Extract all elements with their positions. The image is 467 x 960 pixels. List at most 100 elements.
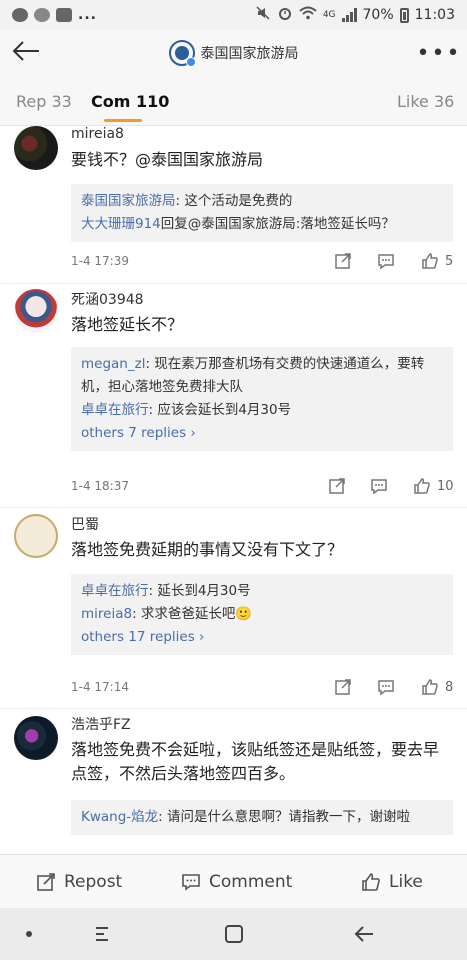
like-count: 5	[445, 253, 454, 269]
repost-label: Repost	[64, 872, 123, 892]
reply-icon[interactable]	[370, 475, 388, 497]
repost-button[interactable]: Repost	[36, 855, 122, 909]
reply-line: Kwang-焰龙: 请问是什么意思啊？请指教一下，谢谢啦	[81, 806, 443, 829]
verified-badge-icon	[185, 57, 196, 67]
share-icon[interactable]	[334, 250, 352, 272]
tab-like[interactable]: Like 36	[397, 92, 454, 111]
comment-username[interactable]: 浩浩乎FZ	[71, 714, 131, 734]
share-icon[interactable]	[334, 676, 352, 698]
reply-user[interactable]: megan_zl	[81, 356, 145, 372]
like-count: 10	[437, 478, 454, 494]
status-more: ...	[78, 7, 97, 23]
mute-icon	[255, 5, 271, 25]
avatar[interactable]	[14, 289, 58, 333]
line-icon	[34, 8, 50, 22]
comment-label: Comment	[209, 872, 293, 892]
reply-box[interactable]: megan_zl: 现在素万那查机场有交费的快速通道么，要转机，担心落地签免费排…	[71, 347, 453, 451]
header: 泰国国家旅游局 •••	[0, 30, 467, 76]
like-button[interactable]: 5	[421, 250, 453, 272]
comment-icon	[182, 874, 200, 891]
like-label: Like	[389, 872, 423, 892]
tab-bar: Rep 33 Com 110 Like 36	[0, 76, 467, 126]
divider	[0, 283, 467, 284]
divider	[0, 708, 467, 709]
comment-username[interactable]: 死涵03948	[71, 289, 144, 309]
thumbs-up-icon	[414, 478, 430, 494]
reply-line: 卓卓在旅行: 应该会延长到4月30号	[81, 399, 443, 422]
comment-footer: 1-4 17:14 8	[71, 676, 455, 700]
comment-time: 1-4 17:39	[71, 254, 129, 268]
more-options-button[interactable]: •••	[417, 36, 460, 70]
tab-repost[interactable]: Rep 33	[16, 92, 72, 111]
reply-box[interactable]: 卓卓在旅行: 延长到4月30号 mireia8: 求求爸爸延长吧🙂 others…	[71, 574, 453, 655]
thumbs-up-icon	[362, 873, 380, 891]
comment-button[interactable]: Comment	[181, 855, 292, 909]
reply-line: 泰国国家旅游局: 这个活动是免费的	[81, 190, 443, 213]
reply-user[interactable]: 卓卓在旅行	[81, 402, 149, 418]
back-arrow-icon	[11, 40, 41, 66]
comment-username[interactable]: 巴蜀	[71, 514, 99, 534]
home-icon[interactable]	[219, 920, 249, 948]
divider	[0, 507, 467, 508]
avatar[interactable]	[14, 514, 58, 558]
tab-active-indicator	[104, 119, 142, 122]
reply-line: mireia8: 求求爸爸延长吧🙂	[81, 603, 443, 626]
comment-text: 要钱不？@泰国国家旅游局	[71, 150, 264, 169]
reply-user[interactable]: mireia8	[81, 606, 132, 622]
avatar[interactable]	[14, 716, 58, 760]
reply-box[interactable]: Kwang-焰龙: 请问是什么意思啊？请指教一下，谢谢啦	[71, 800, 453, 835]
like-count: 8	[445, 679, 454, 695]
thumbs-up-icon	[422, 253, 438, 269]
reply-user[interactable]: 泰国国家旅游局	[81, 193, 176, 209]
status-bar: ... 4G 70% 11:03	[0, 0, 467, 30]
reply-text: : 应该会延长到4月30号	[148, 402, 292, 418]
reply-line: 卓卓在旅行: 延长到4月30号	[81, 580, 443, 603]
comment-username[interactable]: mireia8	[71, 126, 124, 142]
account-logo-icon	[168, 40, 196, 67]
comment-time: 1-4 17:14	[71, 680, 129, 694]
like-bottom-button[interactable]: Like	[361, 855, 423, 909]
reply-line: 大大珊珊914回复@泰国国家旅游局:落地签延长吗？	[81, 213, 443, 236]
recent-apps-icon[interactable]	[88, 920, 118, 948]
comment-text: 落地签延长不？	[71, 315, 184, 334]
page-title: 泰国国家旅游局	[200, 46, 299, 62]
status-right: 4G 70% 11:03	[255, 5, 455, 25]
more-replies-link[interactable]: others 17 replies ›	[81, 626, 443, 649]
comment-footer: 1-4 18:37 10	[71, 475, 455, 499]
reply-user[interactable]: 大大珊珊914	[81, 216, 161, 232]
battery-percent: 70%	[362, 7, 394, 23]
weibo-icon	[12, 8, 28, 22]
comment-time: 1-4 18:37	[71, 479, 129, 493]
clock: 11:03	[414, 7, 455, 23]
like-button[interactable]: 8	[421, 676, 453, 698]
status-left: ...	[12, 7, 97, 23]
comment-footer: 1-4 17:39 5	[71, 250, 455, 274]
dot-icon[interactable]	[14, 920, 44, 948]
comment-list[interactable]: mireia8 要钱不？@泰国国家旅游局 泰国国家旅游局: 这个活动是免费的 大…	[0, 126, 467, 854]
reply-icon[interactable]	[377, 250, 395, 272]
reply-icon[interactable]	[377, 676, 395, 698]
network-type: 4G	[322, 10, 336, 20]
signal-icon	[341, 8, 357, 22]
comment-text: 落地签免费不会延啦，该贴纸签还是贴纸签，要去早点签，不然后头落地签四百多。	[71, 740, 440, 783]
back-nav-icon[interactable]	[350, 920, 380, 948]
thumbs-up-icon	[422, 679, 438, 695]
share-icon[interactable]	[328, 475, 346, 497]
image-icon	[56, 8, 72, 22]
tab-comment[interactable]: Com 110	[91, 92, 169, 111]
reply-user[interactable]: Kwang-焰龙	[81, 809, 158, 825]
reply-line: megan_zl: 现在素万那查机场有交费的快速通道么，要转机，担心落地签免费排…	[81, 353, 443, 399]
reply-text: 回复@泰国国家旅游局:落地签延长吗？	[160, 216, 395, 232]
back-button[interactable]	[8, 36, 44, 70]
like-button[interactable]: 10	[413, 475, 454, 497]
alarm-icon	[277, 5, 293, 25]
battery-icon	[399, 7, 409, 23]
header-account[interactable]: 泰国国家旅游局	[168, 40, 299, 67]
more-replies-link[interactable]: others 7 replies ›	[81, 422, 443, 445]
avatar[interactable]	[14, 126, 58, 170]
reply-user[interactable]: 卓卓在旅行	[81, 583, 149, 599]
comment-text: 落地签免费延期的事情又没有下文了？	[71, 540, 344, 559]
reply-text: : 这个活动是免费的	[175, 193, 293, 209]
reply-box[interactable]: 泰国国家旅游局: 这个活动是免费的 大大珊珊914回复@泰国国家旅游局:落地签延…	[71, 184, 453, 242]
reply-text: : 延长到4月30号	[148, 583, 251, 599]
